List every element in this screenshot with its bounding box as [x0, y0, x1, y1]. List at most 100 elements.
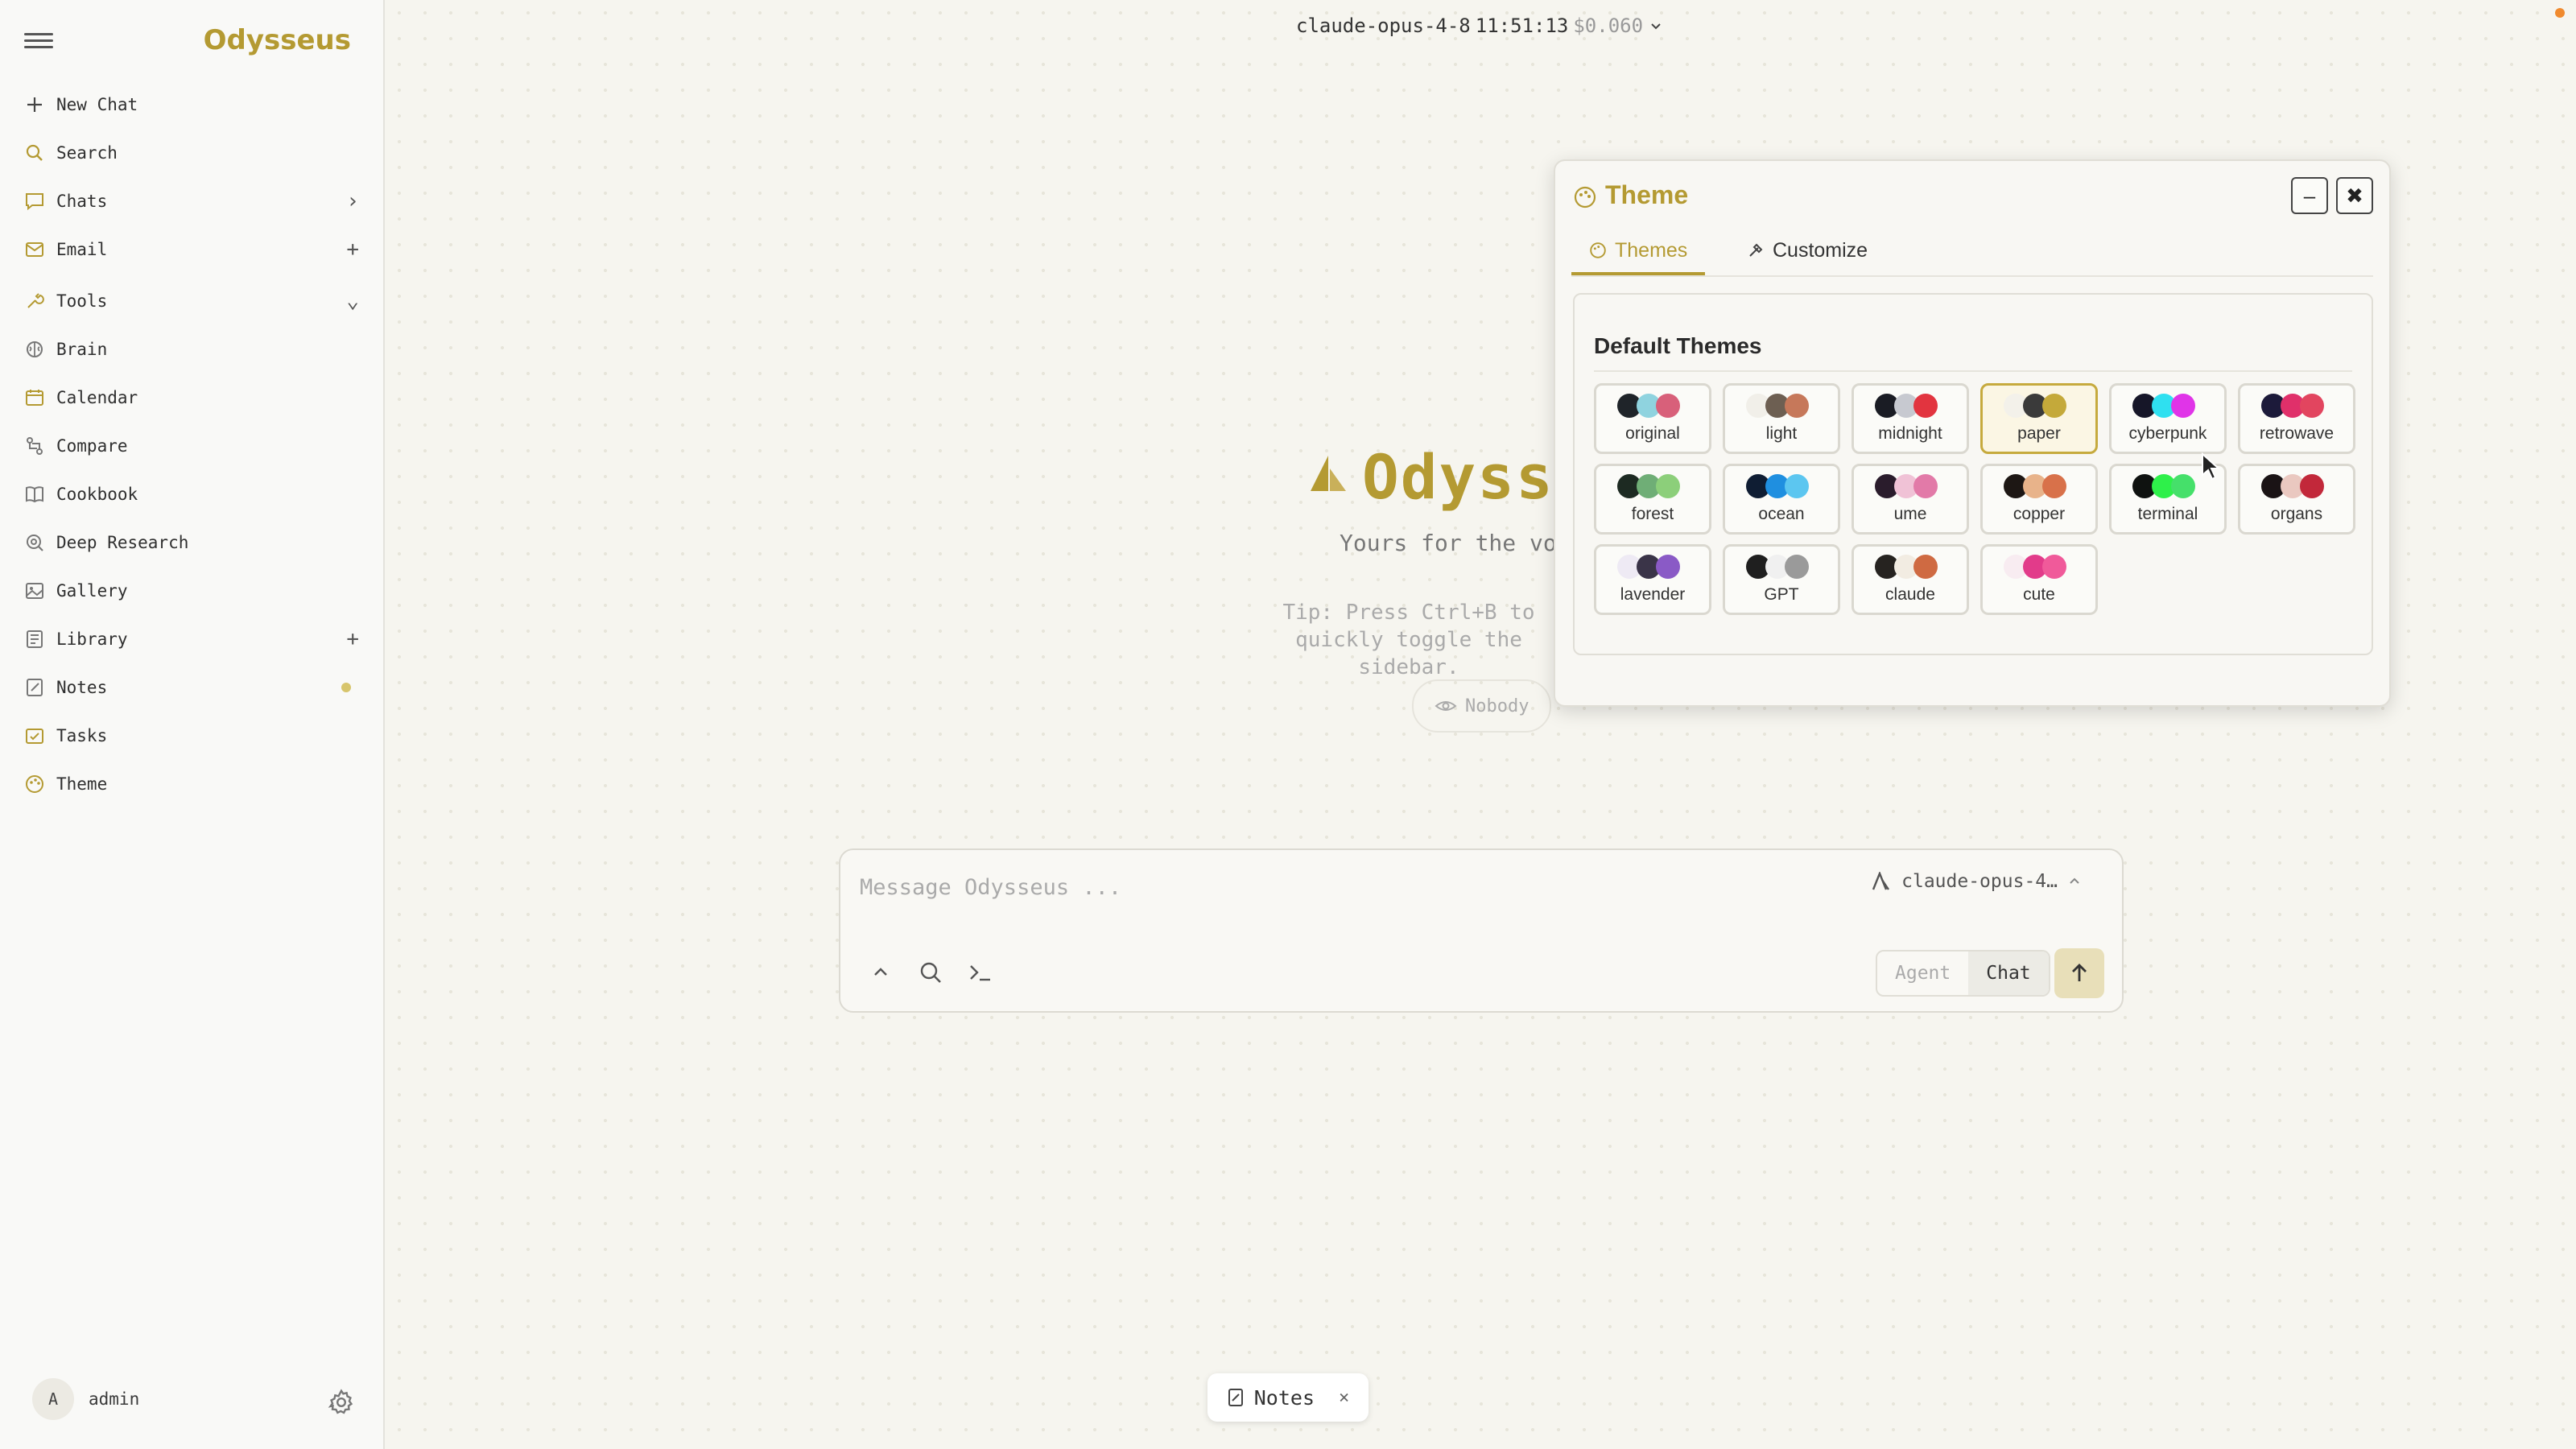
chevron-icon[interactable]: ⌄	[346, 289, 359, 313]
minimize-button[interactable]: –	[2291, 177, 2328, 214]
theme-name: forest	[1631, 505, 1674, 523]
sidebar-item-compare[interactable]: Compare	[24, 427, 359, 465]
theme-swatches	[2261, 394, 2342, 419]
sidebar-item-search[interactable]: Search	[24, 134, 359, 172]
themes-panel: Default Themes original light midnight pape…	[1573, 293, 2373, 655]
close-button[interactable]: ✖	[2336, 177, 2373, 214]
theme-name: ume	[1893, 505, 1927, 523]
sidebar-item-label: New Chat	[56, 95, 138, 114]
theme-card-lavender[interactable]: lavender	[1594, 544, 1711, 615]
sidebar-item-theme[interactable]: Theme	[24, 765, 359, 803]
visibility-pill[interactable]: Nobody	[1412, 679, 1552, 733]
theme-card-light[interactable]: light	[1723, 383, 1840, 454]
sidebar-item-label: Theme	[56, 774, 108, 794]
gear-icon[interactable]	[327, 1388, 356, 1417]
sidebar-item-cookbook[interactable]: Cookbook	[24, 475, 359, 514]
theme-card-cute[interactable]: cute	[1980, 544, 2098, 615]
theme-name: organs	[2270, 505, 2323, 523]
theme-card-forest[interactable]: forest	[1594, 464, 1711, 535]
hero-tip: Tip: Press Ctrl+B to quickly toggle the …	[1282, 601, 1535, 679]
send-button[interactable]	[2054, 948, 2104, 998]
status-dot	[2555, 8, 2565, 18]
user-menu[interactable]: A admin	[32, 1378, 139, 1420]
theme-name: cute	[2023, 585, 2055, 604]
theme-card-midnight[interactable]: midnight	[1852, 383, 1969, 454]
add-icon[interactable]: +	[346, 237, 359, 262]
theme-card-paper[interactable]: paper	[1980, 383, 2098, 454]
theme-card-copper[interactable]: copper	[1980, 464, 2098, 535]
mouse-cursor-icon	[2202, 452, 2221, 481]
theme-swatches	[1617, 394, 1698, 419]
notes-chip[interactable]: Notes ×	[1208, 1373, 1368, 1422]
color-swatch	[2042, 474, 2066, 498]
theme-swatches	[1746, 474, 1827, 500]
chevron-up-icon	[2070, 877, 2079, 884]
theme-swatches	[1617, 474, 1698, 500]
chevron-icon[interactable]: ›	[346, 189, 359, 213]
theme-card-claude[interactable]: claude	[1852, 544, 1969, 615]
add-icon[interactable]: +	[346, 627, 359, 651]
sidebar-item-chats[interactable]: Chats ›	[24, 182, 359, 221]
theme-name: copper	[2013, 505, 2066, 523]
color-swatch	[2300, 474, 2324, 498]
sidebar-item-new-chat[interactable]: New Chat	[24, 85, 359, 124]
dialog-title: Theme	[1605, 180, 1689, 209]
theme-card-retrowave[interactable]: retrowave	[2238, 383, 2355, 454]
sidebar-item-notes[interactable]: Notes	[24, 668, 359, 707]
theme-card-ume[interactable]: ume	[1852, 464, 1969, 535]
sidebar-item-gallery[interactable]: Gallery	[24, 572, 359, 610]
theme-swatches	[1746, 394, 1827, 419]
model-select[interactable]: claude-opus-4…	[1871, 871, 2082, 892]
model-logo-icon	[1872, 872, 1890, 890]
tab-customize[interactable]: Customize	[1739, 229, 1876, 272]
panel-heading: Default Themes	[1594, 333, 1762, 358]
sidebar-item-label: Brain	[56, 340, 108, 359]
search-icon	[920, 962, 941, 983]
sidebar-item-deep-research[interactable]: Deep Research	[24, 523, 359, 562]
sidebar-item-tasks[interactable]: Tasks	[24, 716, 359, 755]
mode-agent-button[interactable]: Agent	[1877, 952, 1968, 995]
sidebar-item-calendar[interactable]: Calendar	[24, 378, 359, 417]
tab-themes[interactable]: Themes	[1571, 229, 1706, 275]
theme-swatches	[1875, 394, 1955, 419]
sidebar-item-label: Tasks	[56, 726, 108, 745]
mode-chat-button[interactable]: Chat	[1968, 952, 2049, 995]
sidebar-item-library[interactable]: Library +	[24, 620, 359, 658]
close-icon[interactable]: ×	[1339, 1388, 1349, 1408]
header-time: 11:51:13	[1475, 14, 1569, 37]
theme-swatches	[2004, 474, 2084, 500]
model-select-label: claude-opus-4…	[1901, 871, 2058, 892]
color-swatch	[1656, 555, 1680, 579]
library-icon	[24, 629, 45, 650]
theme-card-cyberpunk[interactable]: cyberpunk	[2109, 383, 2227, 454]
sidebar-item-label: Email	[56, 240, 108, 259]
sidebar-item-tools[interactable]: Tools ⌄	[24, 282, 359, 320]
color-swatch	[2300, 394, 2324, 418]
chat-bubble-icon	[24, 191, 45, 212]
theme-card-organs[interactable]: organs	[2238, 464, 2355, 535]
theme-card-original[interactable]: original	[1594, 383, 1711, 454]
expand-button[interactable]	[865, 956, 897, 989]
color-swatch	[2171, 474, 2195, 498]
research-icon	[24, 532, 45, 553]
message-input[interactable]	[858, 866, 1827, 908]
note-icon	[1228, 1389, 1243, 1406]
panel-divider	[1594, 370, 2352, 372]
sidebar-item-email[interactable]: Email +	[24, 230, 359, 269]
theme-card-ocean[interactable]: ocean	[1723, 464, 1840, 535]
theme-swatches	[2004, 394, 2084, 419]
sidebar-item-brain[interactable]: Brain	[24, 330, 359, 369]
theme-name: paper	[2017, 424, 2061, 443]
wrench-icon	[24, 291, 45, 312]
header-model: claude-opus-4-8	[1296, 14, 1471, 37]
web-search-button[interactable]	[914, 956, 947, 989]
theme-card-gpt[interactable]: GPT	[1723, 544, 1840, 615]
model-header[interactable]: claude-opus-4-8 11:51:13 $0.060	[1296, 14, 1664, 37]
theme-name: claude	[1885, 585, 1935, 604]
theme-swatches	[2132, 394, 2213, 419]
theme-name: retrowave	[2259, 424, 2334, 443]
menu-icon[interactable]	[24, 29, 53, 53]
plus-icon	[24, 94, 45, 115]
unsaved-dot	[341, 683, 351, 692]
terminal-button[interactable]	[964, 956, 997, 989]
